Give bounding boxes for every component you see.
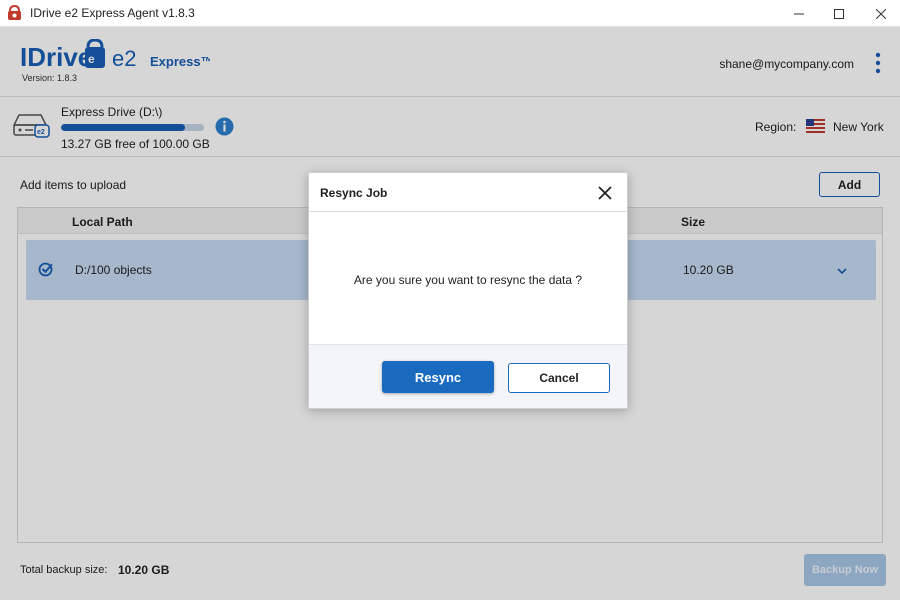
dialog-footer: Resync Cancel xyxy=(309,344,627,408)
close-window-button[interactable] xyxy=(858,0,900,27)
resync-dialog: Resync Job Are you sure you want to resy… xyxy=(308,172,628,409)
idrive-app-icon xyxy=(8,5,21,20)
dialog-title: Resync Job xyxy=(320,186,388,200)
close-icon xyxy=(876,8,886,19)
maximize-icon xyxy=(834,8,844,19)
minimize-icon xyxy=(794,13,804,14)
cancel-button[interactable]: Cancel xyxy=(508,363,610,393)
close-icon[interactable] xyxy=(597,185,613,201)
maximize-button[interactable] xyxy=(816,0,862,27)
dialog-header: Resync Job xyxy=(309,173,627,212)
title-bar: IDrive e2 Express Agent v1.8.3 xyxy=(0,0,900,27)
window-title: IDrive e2 Express Agent v1.8.3 xyxy=(30,6,195,20)
dialog-message: Are you sure you want to resync the data… xyxy=(353,272,583,287)
dialog-body: Are you sure you want to resync the data… xyxy=(309,213,627,344)
resync-button[interactable]: Resync xyxy=(382,361,494,393)
